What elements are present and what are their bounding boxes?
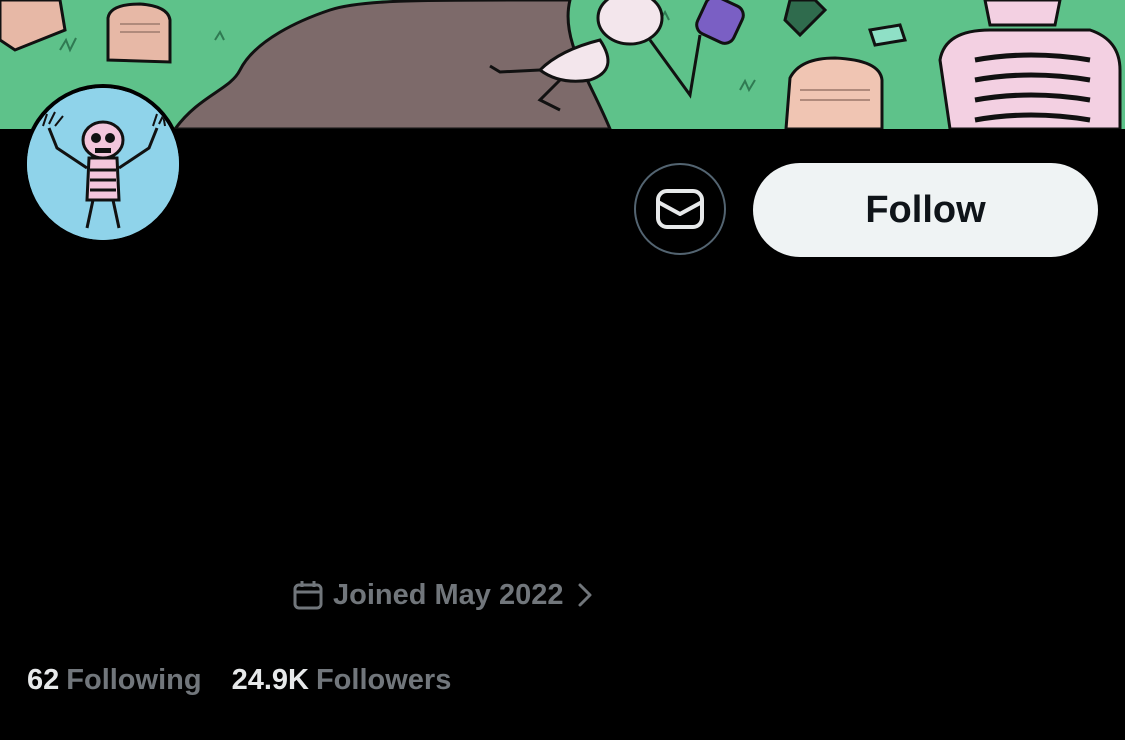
envelope-icon bbox=[655, 188, 705, 230]
following-link[interactable]: 62 Following bbox=[27, 664, 202, 697]
graveyard-skeleton-illustration bbox=[0, 0, 1125, 129]
joined-date[interactable]: Joined May 2022 bbox=[292, 577, 594, 613]
followers-link[interactable]: 24.9K Followers bbox=[232, 664, 452, 697]
follow-button[interactable]: Follow bbox=[753, 163, 1098, 257]
follow-stats: 62 Following 24.9K Followers bbox=[27, 660, 451, 700]
joined-text: Joined May 2022 bbox=[333, 578, 564, 611]
skeleton-avatar-icon bbox=[27, 88, 179, 240]
following-count: 62 bbox=[27, 663, 60, 696]
message-button[interactable] bbox=[634, 163, 726, 255]
avatar-image bbox=[27, 88, 179, 240]
followers-count: 24.9K bbox=[231, 663, 309, 696]
calendar-icon bbox=[292, 579, 324, 611]
profile-banner[interactable] bbox=[0, 0, 1125, 129]
followers-label: Followers bbox=[315, 663, 452, 696]
avatar[interactable] bbox=[23, 84, 183, 244]
chevron-right-icon bbox=[576, 582, 594, 608]
following-label: Following bbox=[66, 663, 202, 696]
